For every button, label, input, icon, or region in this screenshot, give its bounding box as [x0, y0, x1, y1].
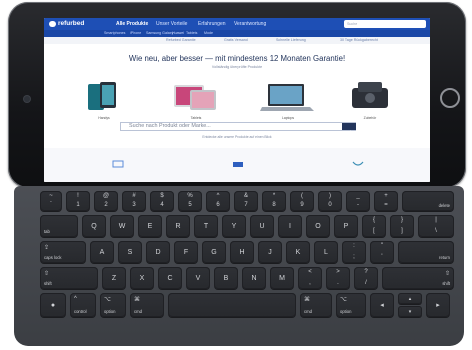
key-3[interactable]: #3	[122, 191, 146, 211]
key-f[interactable]: F	[174, 241, 198, 263]
key-0[interactable]: ) 0	[318, 191, 342, 211]
key-quote[interactable]: " '	[370, 241, 394, 263]
key-backtick[interactable]: ~ `	[40, 191, 62, 211]
key-o[interactable]: O	[306, 215, 330, 237]
key-5[interactable]: % 5	[178, 191, 202, 211]
key-p[interactable]: P	[334, 215, 358, 237]
shift-icon: ⇧	[444, 271, 450, 277]
key-r[interactable]: R	[166, 215, 190, 237]
key-minus[interactable]: _ -	[346, 191, 370, 211]
key-4[interactable]: $4	[150, 191, 174, 211]
key-2[interactable]: @2	[94, 191, 118, 211]
globe-icon: ●	[50, 301, 56, 309]
key-q[interactable]: Q	[82, 215, 106, 237]
key-s[interactable]: S	[118, 241, 142, 263]
key-l[interactable]: L	[314, 241, 338, 263]
key-1[interactable]: ! 1	[66, 191, 90, 211]
key-n[interactable]: N	[242, 267, 266, 289]
key-c[interactable]: C	[158, 267, 182, 289]
key-b[interactable]: B	[214, 267, 238, 289]
key-globe[interactable]: ●	[40, 293, 66, 317]
key-9[interactable]: (9	[290, 191, 314, 211]
option-icon: ⌥	[340, 297, 347, 303]
key-arrow-down[interactable]: ▾	[398, 306, 422, 317]
arrow-left-icon: ◂	[380, 302, 384, 309]
arrow-right-icon: ▸	[436, 302, 440, 309]
key-a[interactable]: A	[90, 241, 114, 263]
keyboard-keys: ~ ` ! 1 @2 #3 $4 % 5 ^ 6 & 7 * 8 (9 ) 0 _ - + = d…	[0, 0, 472, 350]
caps-indicator-icon: ⇪	[44, 245, 50, 251]
key-d[interactable]: D	[146, 241, 170, 263]
key-space[interactable]	[168, 293, 296, 317]
key-v[interactable]: V	[186, 267, 210, 289]
key-e[interactable]: E	[138, 215, 162, 237]
key-u[interactable]: U	[250, 215, 274, 237]
key-z[interactable]: Z	[102, 267, 126, 289]
command-icon: ⌘	[304, 297, 310, 303]
key-x[interactable]: X	[130, 267, 154, 289]
key-backslash[interactable]: | \	[418, 215, 454, 237]
key-option-right[interactable]: ⌥ option	[336, 293, 366, 317]
key-arrow-up[interactable]: ▴	[398, 293, 422, 304]
key-period[interactable]: >.	[326, 267, 350, 289]
control-icon: ^	[74, 296, 77, 302]
key-control[interactable]: ^ control	[70, 293, 96, 317]
key-option-left[interactable]: ⌥ option	[100, 293, 126, 317]
arrow-down-icon: ▾	[408, 308, 412, 315]
option-icon: ⌥	[104, 297, 111, 303]
arrow-up-icon: ▴	[408, 295, 412, 302]
key-j[interactable]: J	[258, 241, 282, 263]
key-slash[interactable]: ? /	[354, 267, 378, 289]
key-7[interactable]: & 7	[234, 191, 258, 211]
key-arrow-left[interactable]: ◂	[370, 293, 394, 317]
key-right-bracket[interactable]: }]	[390, 215, 414, 237]
key-6[interactable]: ^ 6	[206, 191, 230, 211]
key-command-left[interactable]: ⌘ cmd	[130, 293, 164, 317]
key-equals[interactable]: + =	[374, 191, 398, 211]
key-m[interactable]: M	[270, 267, 294, 289]
key-w[interactable]: W	[110, 215, 134, 237]
key-y[interactable]: Y	[222, 215, 246, 237]
shift-icon: ⇧	[44, 271, 50, 277]
key-semicolon[interactable]: :;	[342, 241, 366, 263]
key-command-right[interactable]: ⌘ cmd	[300, 293, 332, 317]
key-caps-lock[interactable]: ⇪ caps lock	[40, 241, 86, 263]
key-h[interactable]: H	[230, 241, 254, 263]
key-arrow-right[interactable]: ▸	[426, 293, 450, 317]
key-delete[interactable]: delete	[402, 191, 454, 211]
key-shift-left[interactable]: ⇧ shift	[40, 267, 98, 289]
key-left-bracket[interactable]: {[	[362, 215, 386, 237]
key-shift-right[interactable]: ⇧ shift	[382, 267, 454, 289]
key-k[interactable]: K	[286, 241, 310, 263]
key-8[interactable]: * 8	[262, 191, 286, 211]
key-comma[interactable]: <,	[298, 267, 322, 289]
key-t[interactable]: T	[194, 215, 218, 237]
key-return[interactable]: return	[398, 241, 454, 263]
command-icon: ⌘	[134, 297, 140, 303]
key-g[interactable]: G	[202, 241, 226, 263]
key-tab[interactable]: tab	[40, 215, 78, 237]
key-i[interactable]: I	[278, 215, 302, 237]
